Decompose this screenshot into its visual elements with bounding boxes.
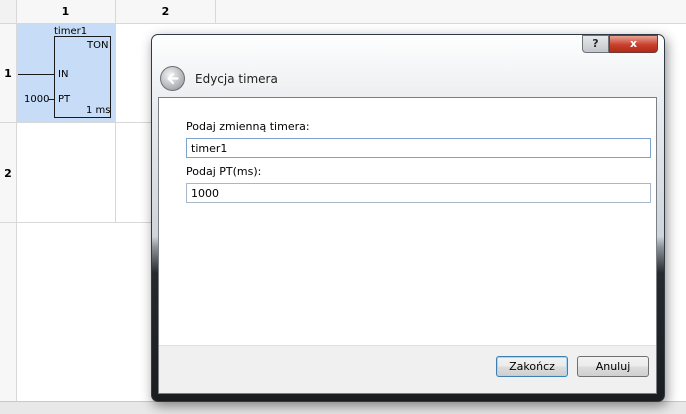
timer-block-type: TON [87,40,109,51]
timer-block-input-label: IN [58,69,69,80]
gridline [0,122,152,123]
row-header-1[interactable]: 1 [0,67,16,80]
back-arrow-icon [167,72,179,85]
pt-input[interactable] [186,183,651,203]
timer-block-pt-label: PT [58,94,71,105]
timer-edit-dialog: ? x Edycja timera Podaj zmienną timera: … [151,34,665,402]
pt-wire [48,99,54,100]
caption-buttons: ? x [582,35,659,54]
dialog-footer: Zakończ Anuluj [159,345,656,393]
timer-variable-input[interactable] [186,138,651,158]
grid-corner [0,0,16,23]
horizontal-scrollbar[interactable] [0,401,686,414]
dialog-title: Edycja timera [195,72,278,86]
finish-button[interactable]: Zakończ [496,356,568,377]
timer-variable-label: Podaj zmienną timera: [186,120,310,133]
close-icon: x [629,37,638,50]
timer-block-pt-value: 1000 [24,94,50,105]
timer-block-name: timer1 [54,26,88,37]
pt-label: Podaj PT(ms): [186,165,262,178]
close-button[interactable]: x [609,35,658,53]
input-wire [18,74,54,75]
gridline [115,0,116,222]
back-button[interactable] [160,66,185,91]
column-header-1[interactable]: 1 [16,5,115,19]
help-button[interactable]: ? [582,35,609,53]
column-header-2[interactable]: 2 [116,5,215,19]
row-header-2[interactable]: 2 [0,167,16,180]
gridline [0,222,152,223]
cancel-button[interactable]: Anuluj [577,356,649,377]
dialog-content: Podaj zmienną timera: Podaj PT(ms): Zako… [158,97,657,394]
gridline [215,0,216,23]
timer-block-unit: 1 ms [86,105,111,116]
